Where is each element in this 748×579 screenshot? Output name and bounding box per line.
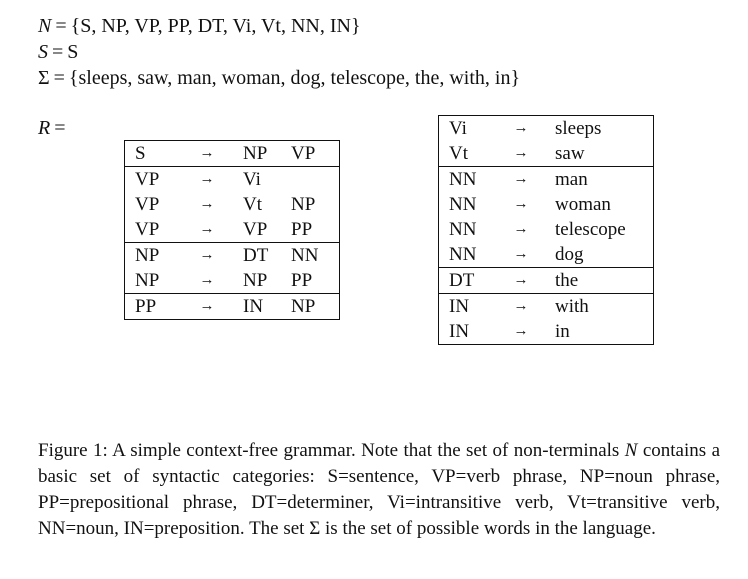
grammar-rule-row: Vt → saw [439, 141, 654, 167]
grammar-rule-row: VP → Vi [124, 166, 340, 192]
s-symbol: S [38, 41, 48, 63]
rule-arrow: → [181, 166, 233, 192]
rule-lhs: NN [449, 244, 477, 265]
caption-sigma-symbol: Σ [309, 518, 321, 539]
grammar-rule-row: NN → dog [439, 242, 654, 268]
rule-arrow: → [513, 246, 529, 262]
grammar-rule-row: PP → IN NP [124, 293, 340, 320]
rule-lhs: Vt [449, 143, 468, 164]
grammar-rule-row: NN → woman [439, 192, 654, 217]
rule-arrow: → [513, 120, 529, 136]
rule-rhs: PP [291, 270, 313, 291]
equals-sign: = [53, 67, 65, 89]
rule-lhs: IN [449, 321, 470, 342]
rule-rhs [287, 166, 340, 192]
rule-rhs: NP [243, 143, 268, 164]
rule-rhs: saw [555, 143, 585, 164]
rule-rhs: NP [243, 270, 268, 291]
rule-rhs: the [545, 267, 654, 294]
rule-rhs: VP [243, 219, 268, 240]
rule-rhs: IN [233, 293, 287, 320]
rule-arrow: → [497, 267, 545, 294]
grammar-rule-row: S → NP VP [125, 141, 340, 167]
r-symbol: R [38, 117, 51, 139]
rule-rhs: VP [291, 143, 316, 164]
figure-caption: Figure 1: A simple context-free grammar.… [38, 438, 720, 542]
rule-lhs: VP [135, 194, 160, 215]
grammar-rule-row: IN → with [438, 293, 654, 319]
rule-rhs: telescope [555, 219, 626, 240]
n-symbol: N [38, 15, 52, 37]
rule-rhs: PP [291, 219, 313, 240]
rule-lhs: NP [135, 270, 160, 291]
rule-arrow: → [513, 196, 529, 212]
rules-definition: R = [38, 116, 70, 140]
start-symbol-definition: S = S [38, 40, 78, 64]
sigma-symbol: Σ [38, 67, 50, 89]
rule-lhs: NP [124, 242, 181, 268]
rule-arrow: → [497, 166, 545, 192]
caption-label: Figure 1: [38, 440, 108, 461]
rule-rhs: Vi [233, 166, 287, 192]
rule-lhs: NN [438, 166, 497, 192]
lexical-rules-table: Vi → sleeps Vt → saw NN → man NN → woman NN → telescop… [438, 115, 654, 345]
grammar-rule-row: NN → man [438, 166, 654, 192]
caption-n-symbol: N [624, 440, 638, 461]
rule-rhs: sleeps [555, 118, 602, 139]
rule-lhs: NN [449, 194, 477, 215]
grammar-rule-row: Vi → sleeps [439, 116, 654, 142]
rule-lhs: VP [135, 219, 160, 240]
rule-lhs: PP [124, 293, 181, 320]
rule-arrow: → [199, 196, 215, 212]
caption-text-1: A simple context-free grammar. Note that… [112, 440, 620, 461]
grammar-rule-row: VP → VP PP [125, 217, 340, 243]
equals-sign: = [54, 117, 66, 139]
rule-lhs: VP [124, 166, 181, 192]
grammar-rule-row: IN → in [439, 319, 654, 345]
equals-sign: = [55, 15, 67, 37]
nonterminals-definition: N = {S, NP, VP, PP, DT, Vi, Vt, NN, IN} [38, 14, 361, 38]
rule-rhs: dog [555, 244, 584, 265]
rule-rhs: NN [287, 242, 340, 268]
grammar-rule-row: VP → Vt NP [125, 192, 340, 217]
grammar-rule-row: NN → telescope [439, 217, 654, 242]
grammar-rule-row: DT → the [438, 267, 654, 294]
rule-arrow: → [181, 242, 233, 268]
rule-rhs: with [545, 293, 654, 319]
rule-rhs: Vt [243, 194, 262, 215]
rule-rhs: NP [291, 194, 316, 215]
rule-arrow: → [199, 221, 215, 237]
equals-sign: = [52, 41, 64, 63]
rule-rhs: NP [287, 293, 340, 320]
rule-arrow: → [199, 272, 215, 288]
terminals-definition: Σ = {sleeps, saw, man, woman, dog, telesco… [38, 66, 520, 90]
rule-lhs: S [135, 143, 146, 164]
rule-rhs: woman [555, 194, 611, 215]
rule-rhs: in [555, 321, 570, 342]
rule-arrow: → [513, 221, 529, 237]
phrase-rules-table: S → NP VP VP → Vi VP → Vt NP VP → VP PP NP → DT NN NP → NP PP P… [124, 140, 340, 320]
rule-arrow: → [181, 293, 233, 320]
caption-text-3: is the set of possible words in the lang… [325, 518, 656, 539]
start-symbol-value: S [67, 41, 79, 63]
nonterminals-set: {S, NP, VP, PP, DT, Vi, Vt, NN, IN} [70, 15, 361, 37]
rule-arrow: → [497, 293, 545, 319]
rule-arrow: → [513, 145, 529, 161]
rule-lhs: DT [438, 267, 497, 294]
rule-rhs: DT [233, 242, 287, 268]
rule-rhs: man [545, 166, 654, 192]
grammar-rule-row: NP → NP PP [125, 268, 340, 294]
rule-lhs: NN [449, 219, 477, 240]
grammar-rule-row: NP → DT NN [124, 242, 340, 268]
rule-lhs: IN [438, 293, 497, 319]
rule-arrow: → [513, 323, 529, 339]
rule-arrow: → [199, 145, 215, 161]
terminals-set: {sleeps, saw, man, woman, dog, telescope… [68, 67, 521, 89]
rule-lhs: Vi [449, 118, 467, 139]
